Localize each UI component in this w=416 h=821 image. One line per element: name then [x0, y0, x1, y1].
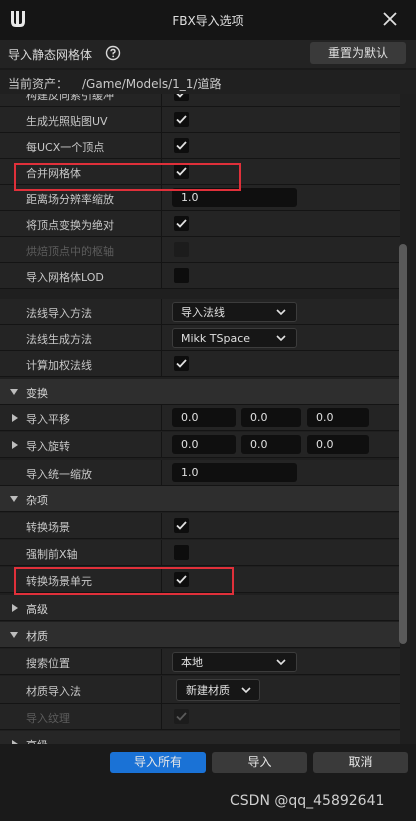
property-row: 导入网格体LOD: [0, 263, 400, 289]
property-label: 法线导入方法: [26, 307, 92, 320]
number-field-z[interactable]: 0.0: [307, 408, 369, 427]
property-label: 法线生成方法: [26, 333, 92, 346]
property-row: 构建反向索引缓冲: [0, 94, 400, 107]
property-checkbox[interactable]: [174, 216, 189, 231]
property-label: 转换场景: [26, 521, 70, 534]
property-label: 将顶点变换为绝对: [26, 219, 114, 232]
category-advanced[interactable]: 高级: [0, 731, 400, 744]
property-label: 导入网格体LOD: [26, 271, 104, 284]
property-checkbox[interactable]: [174, 268, 189, 283]
collapsed-arrow-icon: [12, 604, 18, 612]
property-checkbox[interactable]: [174, 112, 189, 127]
current-asset-path: /Game/Models/1_1/道路: [82, 77, 222, 91]
property-panel: 构建反向索引缓冲 生成光照贴图UV 每UCX一个顶点 合并网格体 距离场分辨率缩…: [0, 94, 400, 744]
number-field-x[interactable]: 0.0: [172, 435, 236, 454]
category-label: 材质: [26, 630, 48, 643]
property-row: 强制前X轴: [0, 540, 400, 566]
category-misc[interactable]: 杂项: [0, 486, 400, 512]
property-label: 强制前X轴: [26, 548, 78, 561]
import-all-button[interactable]: 导入所有: [110, 752, 206, 773]
property-label: 材质导入法: [26, 685, 81, 698]
chevron-down-icon: [241, 687, 251, 694]
number-field-y[interactable]: 0.0: [241, 408, 301, 427]
category-material[interactable]: 材质: [0, 622, 400, 648]
property-row: 材质导入法 新建材质: [0, 676, 400, 704]
property-checkbox[interactable]: [174, 138, 189, 153]
dropdown-value: Mikk TSpace: [181, 332, 251, 345]
number-field-y[interactable]: 0.0: [241, 435, 301, 454]
property-checkbox[interactable]: [174, 545, 189, 560]
property-row: 将顶点变换为绝对: [0, 211, 400, 237]
highlight-box: [14, 567, 234, 595]
category-transform[interactable]: 变换: [0, 379, 400, 405]
close-icon[interactable]: [380, 9, 400, 29]
normal-import-dropdown[interactable]: 导入法线: [172, 302, 297, 322]
watermark-text: CSDN @qq_45892641: [230, 793, 385, 809]
section-header-label: 导入静态网格体: [8, 48, 93, 62]
property-row: 法线生成方法 Mikk TSpace: [0, 325, 400, 351]
category-label: 高级: [26, 737, 48, 744]
property-row: 法线导入方法 导入法线: [0, 299, 400, 325]
property-label: 构建反向索引缓冲: [26, 94, 114, 102]
property-row: 导入纹理: [0, 704, 400, 730]
chevron-down-icon: [276, 309, 286, 316]
scrollbar-thumb[interactable]: [399, 244, 407, 644]
property-label: 每UCX一个顶点: [26, 141, 105, 154]
cancel-button[interactable]: 取消: [313, 752, 408, 773]
number-field-x[interactable]: 0.0: [172, 408, 236, 427]
expand-arrow-icon: [10, 389, 18, 395]
search-location-dropdown[interactable]: 本地: [172, 652, 297, 672]
property-checkbox[interactable]: [174, 518, 189, 533]
property-label: 计算加权法线: [26, 359, 92, 372]
property-row: 生成光照贴图UV: [0, 107, 400, 133]
chevron-down-icon: [276, 659, 286, 666]
property-label: 生成光照贴图UV: [26, 115, 108, 128]
property-row: 导入统一缩放 1.0: [0, 460, 400, 486]
collapsed-arrow-icon[interactable]: [12, 441, 18, 449]
property-row: 导入旋转 0.0 0.0 0.0: [0, 432, 400, 458]
import-button[interactable]: 导入: [212, 752, 307, 773]
reset-defaults-button[interactable]: 重置为默认: [310, 42, 406, 64]
current-asset-label: 当前资产：: [8, 77, 69, 91]
help-icon[interactable]: [105, 45, 121, 61]
property-label: 导入统一缩放: [26, 468, 92, 481]
number-field[interactable]: 1.0: [172, 463, 297, 482]
property-row: 计算加权法线: [0, 351, 400, 377]
material-import-dropdown[interactable]: 新建材质: [176, 679, 260, 701]
property-checkbox: [174, 709, 189, 724]
property-checkbox[interactable]: [174, 94, 189, 101]
dropdown-value: 本地: [181, 656, 203, 669]
property-label: 导入旋转: [26, 440, 70, 453]
category-label: 高级: [26, 603, 48, 616]
current-asset-bar: 当前资产： /Game/Models/1_1/道路: [0, 70, 416, 94]
property-label: 导入纹理: [26, 712, 70, 725]
property-label: 烘焙顶点中的枢轴: [26, 245, 114, 258]
category-advanced[interactable]: 高级: [0, 595, 400, 621]
property-row: 导入平移 0.0 0.0 0.0: [0, 405, 400, 431]
dropdown-value: 新建材质: [186, 684, 230, 697]
property-checkbox[interactable]: [174, 356, 189, 371]
property-row: 每UCX一个顶点: [0, 133, 400, 159]
chevron-down-icon: [276, 335, 286, 342]
dropdown-value: 导入法线: [181, 306, 225, 319]
window-title: FBX导入选项: [172, 14, 244, 28]
normal-generation-dropdown[interactable]: Mikk TSpace: [172, 328, 297, 348]
property-checkbox: [174, 242, 189, 257]
title-bar: FBX导入选项: [0, 0, 416, 40]
category-label: 变换: [26, 387, 48, 400]
number-field-z[interactable]: 0.0: [307, 435, 369, 454]
highlight-box: [14, 163, 241, 191]
property-row: 转换场景: [0, 513, 400, 539]
expand-arrow-icon: [10, 632, 18, 638]
property-row: 烘焙顶点中的枢轴: [0, 237, 400, 263]
property-label: 搜索位置: [26, 657, 70, 670]
expand-arrow-icon: [10, 496, 18, 502]
property-label: 导入平移: [26, 413, 70, 426]
category-label: 杂项: [26, 494, 48, 507]
property-row: 搜索位置 本地: [0, 649, 400, 675]
collapsed-arrow-icon[interactable]: [12, 414, 18, 422]
property-label: 距离场分辨率缩放: [26, 193, 114, 206]
